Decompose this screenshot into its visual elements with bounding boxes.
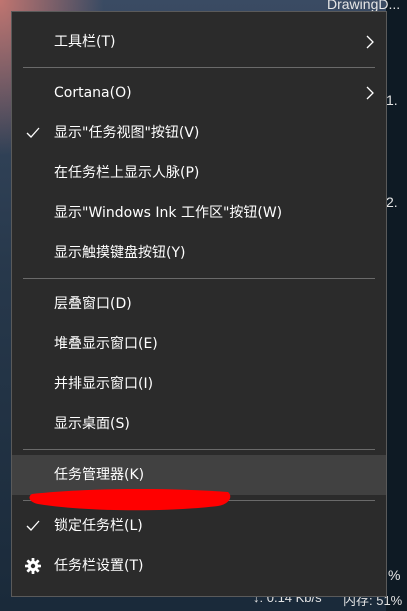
menu-item-label: Cortana(O)	[54, 85, 132, 101]
menu-item-toolbars[interactable]: 工具栏(T)	[12, 22, 386, 62]
menu-item-show-desktop[interactable]: 显示桌面(S)	[12, 404, 386, 444]
red-underline-annotation	[29, 488, 231, 511]
menu-item-label: 显示桌面(S)	[54, 416, 130, 432]
menu-item-label: 任务栏设置(T)	[54, 558, 144, 574]
gear-icon	[25, 558, 41, 574]
menu-item-label: 堆叠显示窗口(E)	[54, 336, 158, 352]
menu-item-side-by-side-windows[interactable]: 并排显示窗口(I)	[12, 364, 386, 404]
menu-separator	[23, 278, 375, 279]
menu-item-label: 层叠窗口(D)	[54, 296, 132, 312]
menu-item-label: 显示"Windows Ink 工作区"按钮(W)	[54, 205, 283, 221]
menu-item-label: 显示触摸键盘按钮(Y)	[54, 245, 186, 261]
menu-item-cortana[interactable]: Cortana(O)	[12, 73, 386, 113]
menu-item-label: 工具栏(T)	[54, 34, 116, 50]
menu-separator	[23, 449, 375, 450]
menu-item-show-people[interactable]: 在任务栏上显示人脉(P)	[12, 153, 386, 193]
menu-item-label: 在任务栏上显示人脉(P)	[54, 165, 200, 181]
background-digit-2: 2.	[386, 194, 398, 210]
checkmark-icon	[26, 127, 40, 138]
background-digit-1: 1.	[386, 92, 398, 108]
menu-item-label: 显示"任务视图"按钮(V)	[54, 125, 200, 141]
tray-percent: %	[388, 567, 401, 583]
chevron-right-icon	[366, 86, 374, 100]
menu-item-stack-windows[interactable]: 堆叠显示窗口(E)	[12, 324, 386, 364]
chevron-right-icon	[366, 35, 374, 49]
menu-item-label: 并排显示窗口(I)	[54, 376, 154, 392]
menu-item-show-windows-ink[interactable]: 显示"Windows Ink 工作区"按钮(W)	[12, 193, 386, 233]
menu-item-show-task-view[interactable]: 显示"任务视图"按钮(V)	[12, 113, 386, 153]
menu-item-cascade-windows[interactable]: 层叠窗口(D)	[12, 284, 386, 324]
menu-item-show-touch-keyboard[interactable]: 显示触摸键盘按钮(Y)	[12, 233, 386, 273]
menu-separator	[23, 67, 375, 68]
menu-item-taskbar-settings[interactable]: 任务栏设置(T)	[12, 546, 386, 586]
